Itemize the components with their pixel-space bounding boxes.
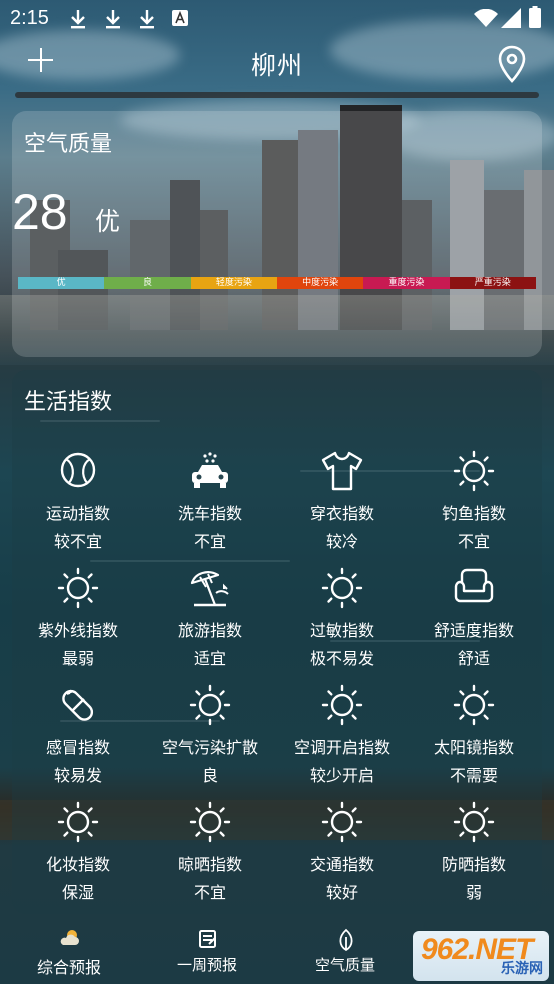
life-index-name: 晾晒指数 [177, 855, 242, 874]
battery-icon [529, 6, 541, 28]
life-index-item[interactable]: 空气污染扩散 良 [144, 684, 276, 794]
aqi-scale-bar: 优 良 轻度污染 中度污染 重度污染 严重污染 [18, 277, 536, 289]
life-index-value: 较冷 [325, 532, 358, 551]
life-index-value: 弱 [465, 883, 482, 902]
life-index-value: 极不易发 [309, 649, 374, 668]
sun-icon [453, 801, 495, 843]
page-title: 柳州 [250, 51, 303, 80]
life-index-name: 空调开启指数 [293, 738, 390, 757]
sun-icon [57, 567, 99, 609]
site-watermark-logo: 962.NET 乐游网 [413, 931, 549, 981]
download-icon [71, 10, 85, 29]
header-divider [15, 92, 539, 98]
life-index-value: 较易发 [53, 766, 102, 785]
tennis-ball-icon [60, 452, 96, 488]
life-index-item[interactable]: 洗车指数 不宜 [144, 450, 276, 560]
life-index-value: 不需要 [449, 766, 498, 785]
life-index-item[interactable]: 过敏指数 极不易发 [276, 567, 408, 677]
life-index-value: 不宜 [457, 532, 490, 551]
life-index-name: 旅游指数 [177, 621, 242, 640]
partly-cloudy-icon [60, 930, 79, 945]
aqi-scale-segment: 重度污染 [363, 277, 450, 289]
life-index-name: 舒适度指数 [433, 621, 514, 640]
location-pin-icon[interactable] [496, 44, 528, 84]
life-index-name: 运动指数 [45, 504, 110, 523]
pill-icon [62, 689, 94, 721]
aqi-level: 优 [95, 207, 121, 236]
watermark-sub: 乐游网 [501, 961, 543, 977]
leaf-icon [339, 928, 353, 952]
nav-tab-air-quality[interactable]: 空气质量 [276, 920, 414, 984]
status-bar: 2:15 [0, 0, 554, 36]
car-wash-icon [192, 452, 228, 488]
life-index-name: 洗车指数 [177, 504, 242, 523]
life-index-name: 感冒指数 [45, 738, 110, 757]
life-index-item[interactable]: 舒适度指数 舒适 [408, 567, 540, 677]
life-index-name: 钓鱼指数 [441, 504, 506, 523]
sun-icon [321, 567, 363, 609]
tshirt-icon [321, 451, 363, 491]
life-index-value: 较不宜 [53, 532, 102, 551]
life-index-name: 过敏指数 [309, 621, 374, 640]
life-index-item[interactable]: 钓鱼指数 不宜 [408, 450, 540, 560]
life-index-value: 较少开启 [309, 766, 374, 785]
sun-icon [189, 684, 231, 726]
life-index-item[interactable]: 穿衣指数 较冷 [276, 450, 408, 560]
life-index-item[interactable]: 太阳镜指数 不需要 [408, 684, 540, 794]
life-index-item[interactable]: 化妆指数 保湿 [12, 801, 144, 911]
calendar-icon [199, 930, 216, 948]
aqi-scale-segment: 优 [18, 277, 105, 289]
life-index-item[interactable]: 交通指数 较好 [276, 801, 408, 911]
beach-umbrella-icon [190, 571, 229, 607]
status-time: 2:15 [10, 7, 49, 29]
life-index-value: 良 [201, 766, 218, 785]
life-index-name: 空气污染扩散 [161, 738, 258, 757]
life-index-item[interactable]: 防晒指数 弱 [408, 801, 540, 911]
aqi-scale-segment: 严重污染 [449, 277, 536, 289]
life-index-name: 防晒指数 [441, 855, 506, 874]
sun-icon [453, 450, 495, 492]
life-index-title: 生活指数 [24, 390, 113, 415]
font-app-icon [172, 10, 188, 26]
download-icon [140, 10, 154, 29]
signal-icon [501, 8, 521, 28]
life-index-value: 较好 [325, 883, 358, 902]
nav-tab-week[interactable]: 一周预报 [138, 920, 276, 984]
nav-tab-label: 一周预报 [176, 956, 237, 974]
wifi-icon [474, 9, 498, 27]
aqi-scale-segment: 轻度污染 [190, 277, 277, 289]
life-index-item[interactable]: 紫外线指数 最弱 [12, 567, 144, 677]
nav-tab-label: 综合预报 [36, 958, 101, 977]
sun-icon [321, 801, 363, 843]
life-index-item[interactable]: 晾晒指数 不宜 [144, 801, 276, 911]
life-index-item[interactable]: 空调开启指数 较少开启 [276, 684, 408, 794]
air-quality-title: 空气质量 [24, 132, 113, 157]
sun-icon [189, 801, 231, 843]
life-index-name: 交通指数 [309, 855, 374, 874]
sun-icon [453, 684, 495, 726]
sun-icon [321, 684, 363, 726]
life-index-name: 紫外线指数 [37, 621, 118, 640]
nav-tab-label: 空气质量 [314, 956, 375, 974]
life-index-item[interactable]: 旅游指数 适宜 [144, 567, 276, 677]
life-index-item[interactable]: 感冒指数 较易发 [12, 684, 144, 794]
life-index-value: 舒适 [457, 649, 490, 668]
life-index-value: 最弱 [61, 649, 94, 668]
life-index-name: 太阳镜指数 [433, 738, 514, 757]
life-index-value: 不宜 [193, 883, 226, 902]
life-index-value: 保湿 [61, 883, 94, 902]
sun-icon [57, 801, 99, 843]
aqi-scale-segment: 中度污染 [276, 277, 364, 289]
aqi-scale-segment: 良 [104, 277, 191, 289]
download-icon [106, 10, 120, 29]
life-index-value: 适宜 [193, 649, 226, 668]
aqi-value: 28 [12, 184, 68, 240]
life-index-value: 不宜 [193, 532, 226, 551]
life-index-name: 穿衣指数 [309, 504, 374, 523]
life-index-item[interactable]: 运动指数 较不宜 [12, 450, 144, 560]
life-index-name: 化妆指数 [45, 855, 110, 874]
armchair-icon [454, 568, 494, 603]
nav-tab-forecast[interactable]: 综合预报 [0, 920, 138, 984]
top-bar: 柳州 [0, 36, 554, 92]
